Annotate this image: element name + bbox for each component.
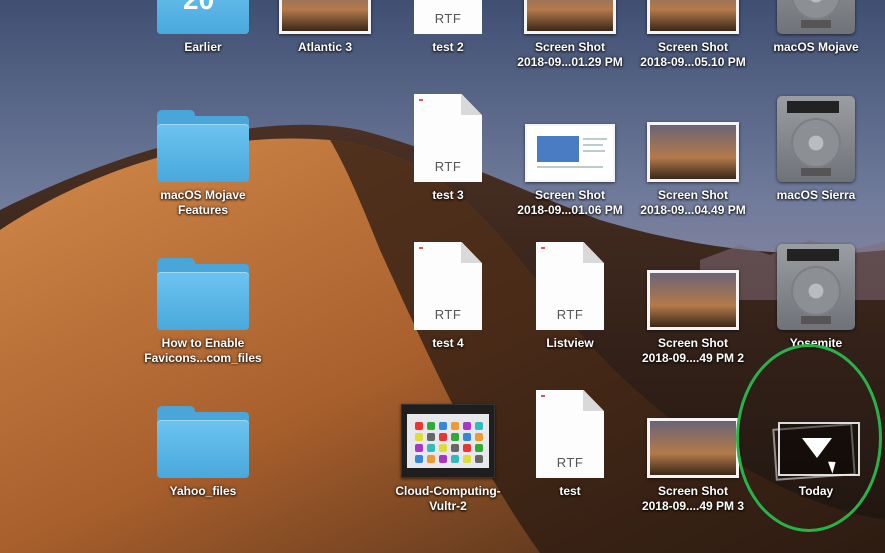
file-extension-label: RTF: [434, 307, 462, 322]
item-label-line: Screen Shot: [657, 188, 729, 202]
item-label-line: How to Enable: [161, 336, 245, 350]
folder-icon: [157, 110, 249, 182]
item-label: Cloud-Computing- Vultr-2: [378, 484, 518, 514]
hard-disk-icon: [777, 96, 855, 182]
item-label: macOS Mojave Features: [133, 188, 273, 218]
file-extension-label: RTF: [556, 455, 584, 470]
item-label-line: Vultr-2: [429, 499, 467, 513]
item-label: test: [500, 484, 640, 499]
item-label-line: Favicons...com_files: [144, 351, 262, 365]
rtf-document-icon: RTF: [414, 94, 482, 182]
item-label-line: Earlier: [184, 40, 222, 54]
folder-thumb-text: 20: [183, 0, 214, 16]
item-label: Yahoo_files: [133, 484, 273, 499]
file-extension-label: RTF: [556, 307, 584, 322]
item-label: Screen Shot 2018-09...01.06 PM: [500, 188, 640, 218]
screenshot-thumbnail-icon: [647, 418, 739, 478]
hard-disk-icon: [777, 0, 855, 34]
item-label: Earlier: [133, 40, 273, 55]
item-label: test 3: [378, 188, 518, 203]
item-label: Screen Shot 2018-09...04.49 PM: [623, 188, 763, 218]
folder-icon: [157, 406, 249, 478]
screenshot-thumbnail-icon: [525, 124, 615, 182]
rtf-document-icon: RTF: [536, 390, 604, 478]
item-label: Screen Shot 2018-09....49 PM 3: [623, 484, 763, 514]
item-thumbnail: [746, 84, 885, 182]
item-label-line: test 2: [432, 40, 464, 54]
item-label-line: Screen Shot: [534, 40, 606, 54]
item-label-line: 2018-09...01.06 PM: [517, 203, 623, 217]
item-label: test 4: [378, 336, 518, 351]
screenshot-thumbnail-icon: [647, 270, 739, 330]
item-label: macOS Sierra: [746, 188, 885, 203]
item-thumbnail: [255, 0, 395, 34]
item-label-line: Screen Shot: [657, 40, 729, 54]
item-thumbnail: [133, 84, 273, 182]
item-thumbnail: [623, 0, 763, 34]
item-thumbnail: [133, 232, 273, 330]
item-thumbnail: 20: [133, 0, 273, 34]
rtf-document-icon: RTF: [414, 242, 482, 330]
desktop: 20EarlierAtlantic 3RTFtest 2Screen Shot2…: [0, 0, 885, 553]
item-label-line: 2018-09....49 PM 2: [641, 351, 745, 365]
item-label-line: Listview: [546, 336, 594, 350]
item-label-line: test: [559, 484, 581, 498]
item-label-line: macOS Sierra: [776, 188, 856, 202]
item-label: Screen Shot 2018-09...01.29 PM: [500, 40, 640, 70]
item-thumbnail: RTF: [500, 232, 640, 330]
screenshot-thumbnail-icon: [647, 122, 739, 182]
item-label-line: Screen Shot: [657, 336, 729, 350]
item-thumbnail: [623, 232, 763, 330]
folder-icon: [157, 258, 249, 330]
item-label: Screen Shot 2018-09...05.10 PM: [623, 40, 763, 70]
item-label-line: macOS Mojave: [160, 188, 246, 202]
item-label-line: Features: [177, 203, 229, 217]
item-thumbnail: [500, 0, 640, 34]
item-label: Screen Shot 2018-09....49 PM 2: [623, 336, 763, 366]
item-label-line: test 4: [432, 336, 464, 350]
screenshot-thumbnail-icon: [524, 0, 616, 34]
item-thumbnail: RTF: [500, 380, 640, 478]
item-label: test 2: [378, 40, 518, 55]
item-label-line: Yahoo_files: [169, 484, 237, 498]
item-thumbnail: RTF: [378, 232, 518, 330]
folder-icon: 20: [157, 0, 249, 34]
item-label: How to Enable Favicons...com_files: [133, 336, 273, 366]
item-thumbnail: [623, 84, 763, 182]
rtf-document-icon: RTF: [536, 242, 604, 330]
item-thumbnail: RTF: [378, 84, 518, 182]
item-label-line: 2018-09....49 PM 3: [641, 499, 745, 513]
item-thumbnail: [133, 380, 273, 478]
item-label-line: 2018-09...05.10 PM: [640, 55, 746, 69]
item-label: Listview: [500, 336, 640, 351]
item-thumbnail: RTF: [378, 0, 518, 34]
item-label-line: 2018-09...01.29 PM: [517, 55, 623, 69]
screenshot-thumbnail-icon: [279, 0, 371, 34]
item-thumbnail: [746, 232, 885, 330]
item-label: macOS Mojave: [746, 40, 885, 55]
hard-disk-icon: [777, 244, 855, 330]
item-label-line: Atlantic 3: [297, 40, 352, 54]
screenshot-thumbnail-icon: [401, 404, 495, 478]
item-thumbnail: [746, 0, 885, 34]
screenshot-thumbnail-icon: [647, 0, 739, 34]
file-extension-label: RTF: [434, 11, 462, 26]
item-label-line: Screen Shot: [657, 484, 729, 498]
item-thumbnail: [500, 84, 640, 182]
item-label-line: Cloud-Computing-: [395, 484, 501, 498]
item-thumbnail: [378, 380, 518, 478]
item-label: Atlantic 3: [255, 40, 395, 55]
item-label-line: macOS Mojave: [773, 40, 859, 54]
item-label-line: test 3: [432, 188, 464, 202]
annotation-highlight-circle: [736, 344, 882, 532]
file-extension-label: RTF: [434, 159, 462, 174]
item-label-line: Screen Shot: [534, 188, 606, 202]
rtf-document-icon: RTF: [414, 0, 482, 34]
item-label-line: 2018-09...04.49 PM: [640, 203, 746, 217]
